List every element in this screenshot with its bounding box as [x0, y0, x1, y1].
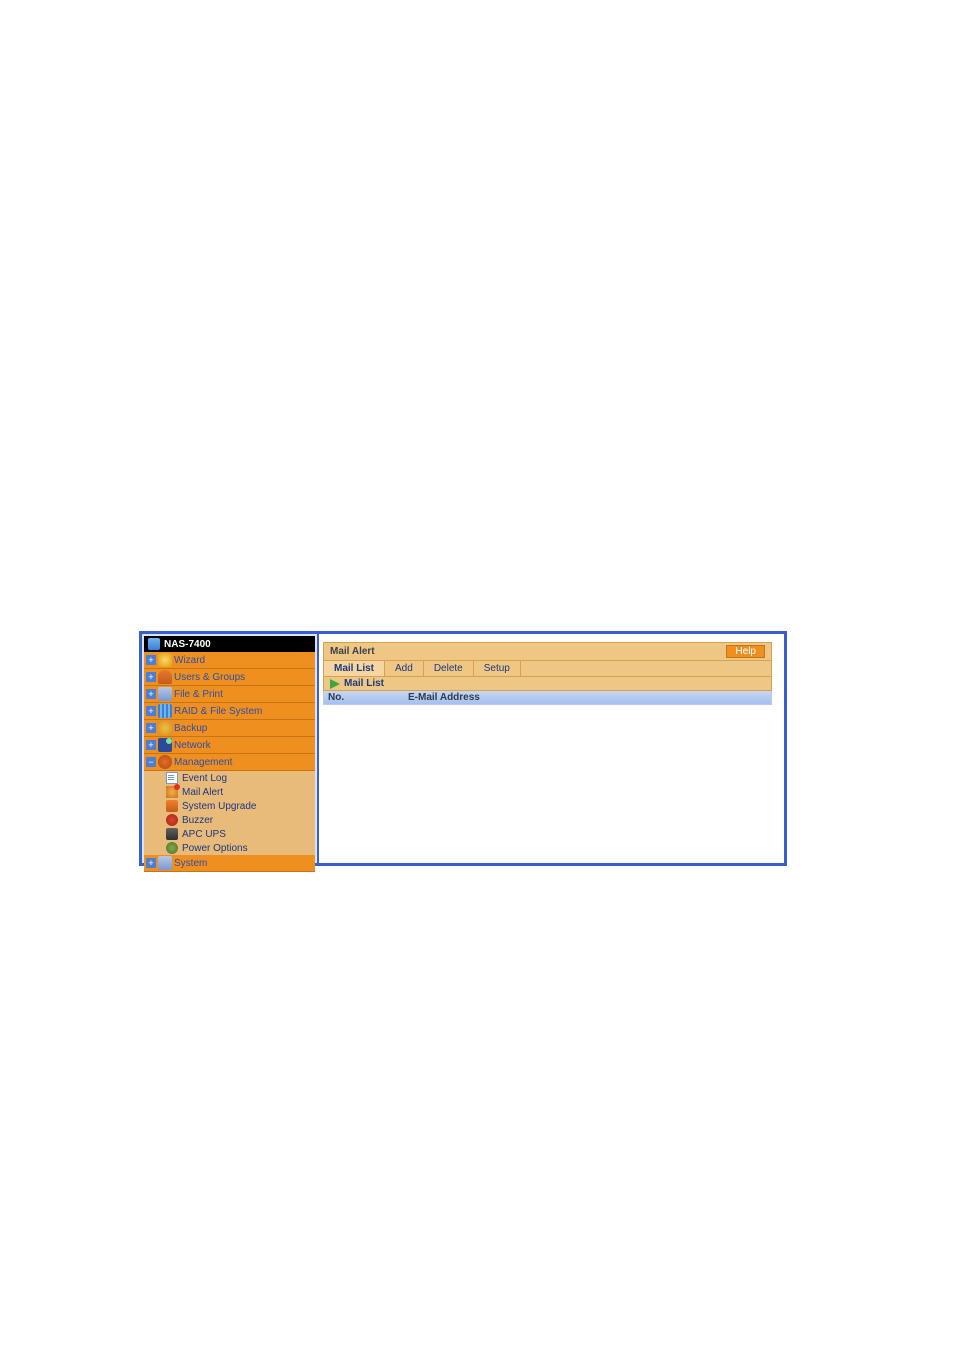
sub-event-log[interactable]: Event Log [144, 771, 315, 785]
sub-power-options[interactable]: Power Options [144, 841, 315, 855]
expand-icon: + [146, 723, 156, 733]
sidebar: NAS-7400 + Wizard + Users & Groups + Fil… [142, 634, 317, 863]
nav-backup[interactable]: + Backup [144, 720, 315, 737]
backup-icon [158, 721, 172, 735]
collapse-icon: − [146, 757, 156, 767]
nav-file-print[interactable]: + File & Print [144, 686, 315, 703]
col-header-no: No. [328, 692, 388, 703]
main-panel: Mail Alert Help Mail List Add Delete Set… [317, 634, 784, 863]
sub-apc-ups[interactable]: APC UPS [144, 827, 315, 841]
table-header: No. E-Mail Address [323, 691, 772, 705]
tab-add[interactable]: Add [385, 661, 424, 676]
tab-bar: Mail List Add Delete Setup [323, 661, 772, 677]
section-title: Mail List [344, 678, 384, 689]
nav-label: Backup [174, 723, 207, 734]
tab-mail-list[interactable]: Mail List [324, 661, 385, 676]
nav-system[interactable]: + System [144, 855, 315, 872]
nav-label: Management [174, 757, 232, 768]
sidebar-title: NAS-7400 [164, 639, 211, 650]
app-window: NAS-7400 + Wizard + Users & Groups + Fil… [139, 631, 787, 866]
nav-users-groups[interactable]: + Users & Groups [144, 669, 315, 686]
users-icon [158, 670, 172, 684]
network-icon [158, 738, 172, 752]
expand-icon: + [146, 689, 156, 699]
expand-icon: + [146, 740, 156, 750]
expand-icon: + [146, 672, 156, 682]
arrow-icon [330, 679, 340, 689]
management-icon [158, 755, 172, 769]
nav-raid-filesystem[interactable]: + RAID & File System [144, 703, 315, 720]
management-subitems: Event Log Mail Alert System Upgrade Buzz… [144, 771, 315, 855]
expand-icon: + [146, 706, 156, 716]
sub-label: Power Options [182, 843, 248, 854]
power-icon [166, 842, 178, 854]
sub-label: Event Log [182, 773, 227, 784]
wizard-icon [158, 653, 172, 667]
panel-title: Mail Alert [330, 646, 375, 657]
mail-alert-icon [166, 786, 178, 798]
sub-label: APC UPS [182, 829, 226, 840]
sub-system-upgrade[interactable]: System Upgrade [144, 799, 315, 813]
expand-icon: + [146, 858, 156, 868]
buzzer-icon [166, 814, 178, 826]
help-button[interactable]: Help [726, 645, 765, 658]
nav-label: Wizard [174, 655, 205, 666]
system-icon [158, 856, 172, 870]
expand-icon: + [146, 655, 156, 665]
section-header: Mail List [323, 677, 772, 691]
nav-network[interactable]: + Network [144, 737, 315, 754]
nav-label: Network [174, 740, 211, 751]
raid-icon [158, 704, 172, 718]
sidebar-title-bar: NAS-7400 [144, 636, 315, 652]
nav-label: Users & Groups [174, 672, 245, 683]
nav-label: File & Print [174, 689, 223, 700]
nav-management[interactable]: − Management [144, 754, 315, 771]
event-log-icon [166, 772, 178, 784]
system-upgrade-icon [166, 800, 178, 812]
print-icon [158, 687, 172, 701]
tab-setup[interactable]: Setup [474, 661, 521, 676]
nav-label: RAID & File System [174, 706, 262, 717]
panel-header: Mail Alert Help [323, 642, 772, 661]
sub-label: Buzzer [182, 815, 213, 826]
device-icon [148, 638, 160, 650]
col-header-email: E-Mail Address [388, 692, 767, 703]
sub-label: Mail Alert [182, 787, 223, 798]
nav-wizard[interactable]: + Wizard [144, 652, 315, 669]
ups-icon [166, 828, 178, 840]
nav-label: System [174, 858, 207, 869]
sub-label: System Upgrade [182, 801, 256, 812]
sub-buzzer[interactable]: Buzzer [144, 813, 315, 827]
tab-delete[interactable]: Delete [424, 661, 474, 676]
sub-mail-alert[interactable]: Mail Alert [144, 785, 315, 799]
